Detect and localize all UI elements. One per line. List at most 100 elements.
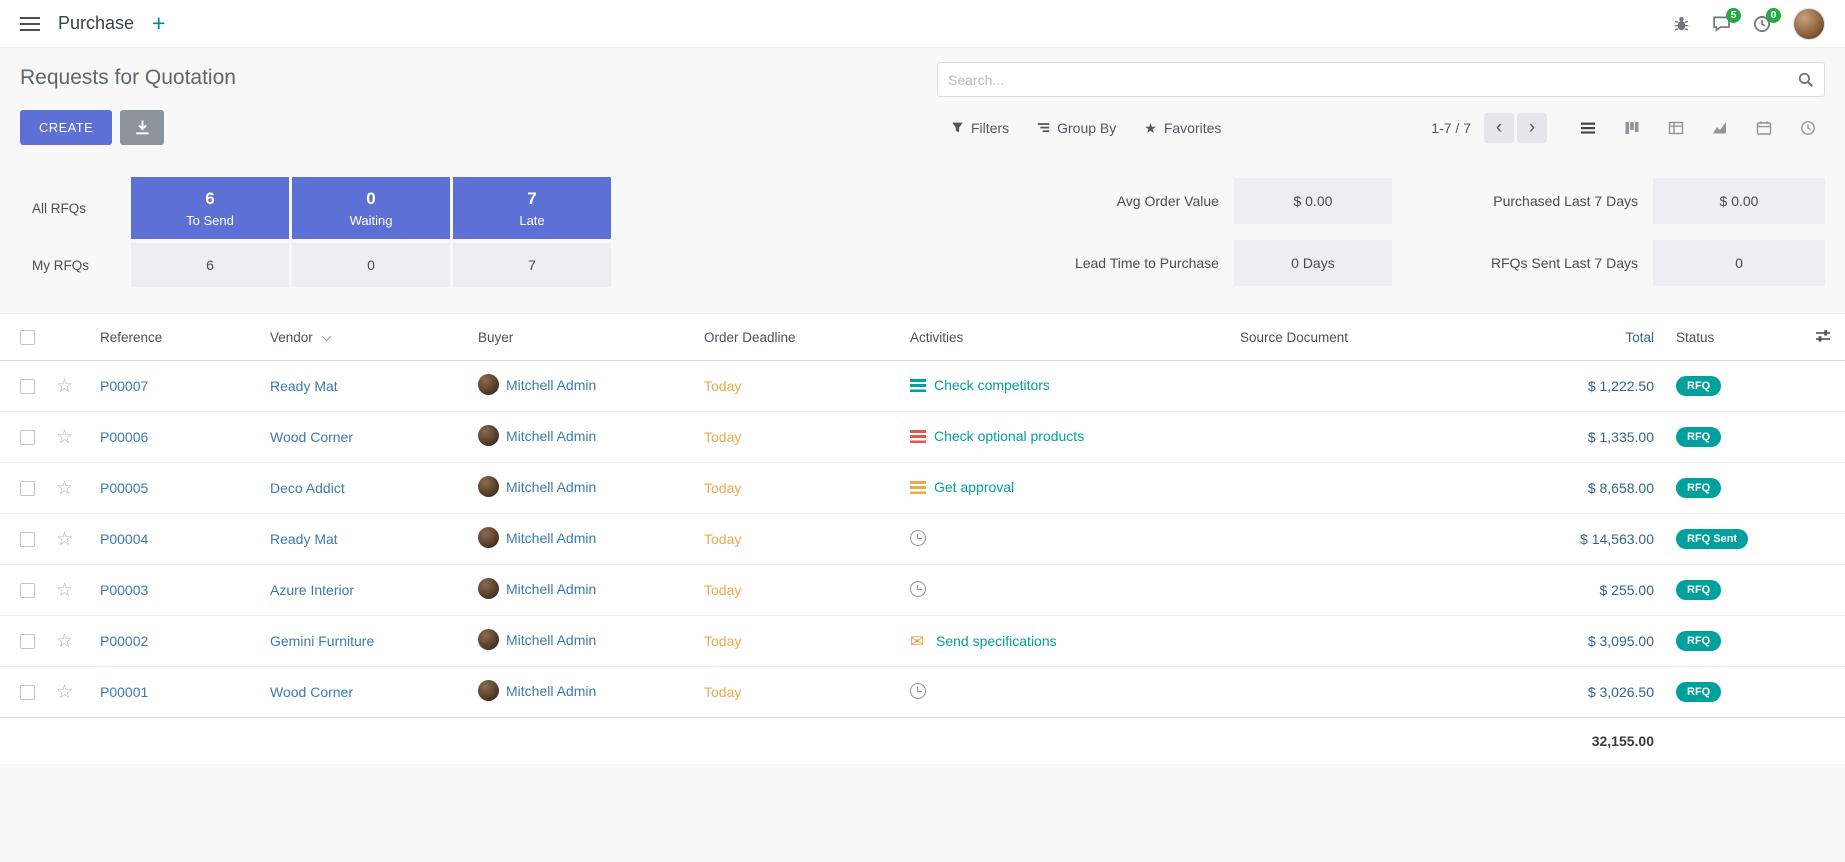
row-select-checkbox[interactable] [20,685,35,700]
app-title[interactable]: Purchase [58,13,134,34]
apps-menu-icon[interactable] [20,17,40,31]
reference-link[interactable]: P00005 [100,480,148,496]
activity-clock-icon[interactable] [910,581,926,597]
row-select-checkbox[interactable] [20,481,35,496]
favorite-star-icon[interactable]: ☆ [56,529,73,550]
favorite-star-icon[interactable]: ☆ [56,427,73,448]
buyer-link[interactable]: Mitchell Admin [506,530,596,546]
buyer-link[interactable]: Mitchell Admin [506,683,596,699]
vendor-link[interactable]: Deco Addict [270,480,345,496]
export-button[interactable] [120,110,164,145]
activity-label[interactable]: Check competitors [934,377,1050,393]
search-bar[interactable] [937,62,1825,97]
reference-link[interactable]: P00007 [100,378,148,394]
calendar-view-icon[interactable] [1747,113,1781,143]
lead-time-value[interactable]: 0 Days [1234,240,1392,286]
favorites-button[interactable]: ★ Favorites [1144,120,1221,136]
pager-previous-button[interactable]: ‹ [1484,113,1514,143]
reference-link[interactable]: P00001 [100,684,148,700]
row-select-checkbox[interactable] [20,379,35,394]
rfq-row[interactable]: ☆ P00003 Azure Interior Mitchell Admin T… [0,565,1845,616]
purchased-last-7-days[interactable]: $ 0.00 [1653,178,1825,224]
row-select-checkbox[interactable] [20,634,35,649]
search-icon[interactable] [1797,71,1814,88]
column-header-deadline[interactable]: Order Deadline [696,314,902,361]
rfq-row[interactable]: ☆ P00005 Deco Addict Mitchell Admin Toda… [0,463,1845,514]
avg-order-value[interactable]: $ 0.00 [1234,178,1392,224]
activity-cell[interactable]: Get approval [910,479,1014,495]
favorite-star-icon[interactable]: ☆ [56,376,73,397]
column-header-source[interactable]: Source Document [1232,314,1510,361]
activity-envelope-icon[interactable] [910,633,928,649]
buyer-link[interactable]: Mitchell Admin [506,581,596,597]
group-by-button[interactable]: Group By [1037,120,1116,136]
kanban-view-icon[interactable] [1615,113,1649,143]
activities-clock-icon[interactable]: 0 [1753,15,1771,33]
user-avatar[interactable] [1793,8,1825,40]
activity-cell[interactable]: Check optional products [910,428,1084,444]
row-select-checkbox[interactable] [20,430,35,445]
list-view-icon[interactable] [1571,113,1605,143]
column-header-total[interactable]: Total [1510,314,1668,361]
search-input[interactable] [948,72,1797,88]
reference-link[interactable]: P00002 [100,633,148,649]
activity-label[interactable]: Get approval [934,479,1014,495]
buyer-link[interactable]: Mitchell Admin [506,632,596,648]
activity-clock-icon[interactable] [910,530,926,546]
row-select-checkbox[interactable] [20,532,35,547]
buyer-link[interactable]: Mitchell Admin [506,479,596,495]
favorite-star-icon[interactable]: ☆ [56,580,73,601]
optional-columns-icon[interactable] [1800,314,1845,361]
pager-next-button[interactable]: › [1517,113,1547,143]
reference-link[interactable]: P00004 [100,531,148,547]
filters-button[interactable]: Filters [951,120,1009,136]
activity-tasks-icon[interactable] [910,481,926,494]
activity-tasks-icon[interactable] [910,430,926,443]
create-button[interactable]: CREATE [20,110,112,145]
graph-view-icon[interactable] [1703,113,1737,143]
activity-cell[interactable] [910,530,934,546]
column-header-activities[interactable]: Activities [902,314,1232,361]
favorite-star-icon[interactable]: ☆ [56,478,73,499]
activity-cell[interactable]: Send specifications [910,633,1057,649]
reference-link[interactable]: P00003 [100,582,148,598]
rfq-row[interactable]: ☆ P00006 Wood Corner Mitchell Admin Toda… [0,412,1845,463]
tile-late[interactable]: 7 Late [453,177,611,239]
activity-clock-icon[interactable] [910,683,926,699]
select-all-checkbox[interactable] [20,330,35,345]
new-tab-plus-icon[interactable]: + [152,12,165,35]
vendor-link[interactable]: Ready Mat [270,531,338,547]
rfq-row[interactable]: ☆ P00004 Ready Mat Mitchell Admin Today … [0,514,1845,565]
rfq-row[interactable]: ☆ P00001 Wood Corner Mitchell Admin Toda… [0,667,1845,718]
vendor-link[interactable]: Ready Mat [270,378,338,394]
reference-link[interactable]: P00006 [100,429,148,445]
favorite-star-icon[interactable]: ☆ [56,631,73,652]
activity-tasks-icon[interactable] [910,379,926,392]
row-select-checkbox[interactable] [20,583,35,598]
pivot-view-icon[interactable] [1659,113,1693,143]
rfqs-sent-value[interactable]: 0 [1653,240,1825,286]
rfq-row[interactable]: ☆ P00007 Ready Mat Mitchell Admin Today … [0,361,1845,412]
activity-cell[interactable] [910,581,934,597]
my-late-tile[interactable]: 7 [453,243,611,287]
vendor-link[interactable]: Wood Corner [270,429,353,445]
column-header-reference[interactable]: Reference [92,314,262,361]
activity-cell[interactable]: Check competitors [910,377,1050,393]
buyer-link[interactable]: Mitchell Admin [506,428,596,444]
activity-view-icon[interactable] [1791,113,1825,143]
vendor-link[interactable]: Azure Interior [270,582,354,598]
buyer-link[interactable]: Mitchell Admin [506,377,596,393]
activity-cell[interactable] [910,683,934,699]
column-header-buyer[interactable]: Buyer [470,314,696,361]
favorite-star-icon[interactable]: ☆ [56,682,73,703]
my-to-send-tile[interactable]: 6 [131,243,289,287]
tile-to-send[interactable]: 6 To Send [131,177,289,239]
column-header-status[interactable]: Status [1668,314,1800,361]
vendor-link[interactable]: Wood Corner [270,684,353,700]
vendor-link[interactable]: Gemini Furniture [270,633,374,649]
activity-label[interactable]: Send specifications [936,633,1057,649]
tile-waiting[interactable]: 0 Waiting [292,177,450,239]
rfq-row[interactable]: ☆ P00002 Gemini Furniture Mitchell Admin… [0,616,1845,667]
messages-icon[interactable]: 5 [1712,15,1731,32]
column-header-vendor[interactable]: Vendor [262,314,470,361]
